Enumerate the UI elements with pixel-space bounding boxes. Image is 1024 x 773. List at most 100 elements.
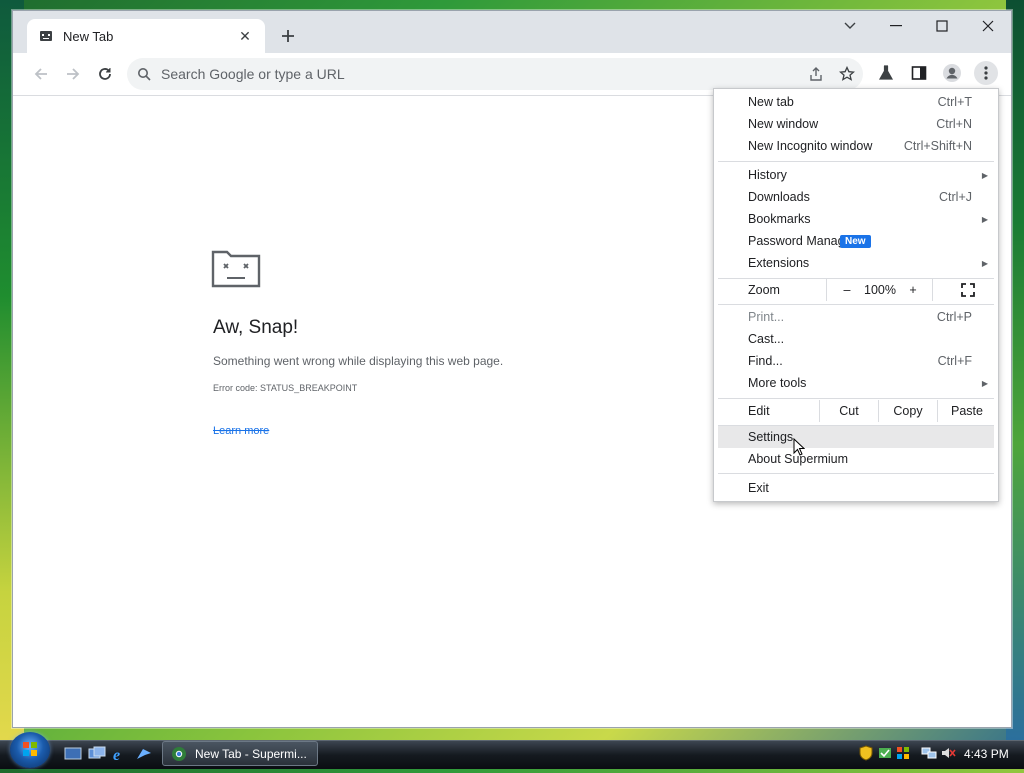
menu-item-print[interactable]: Print... Ctrl+P bbox=[718, 306, 994, 328]
error-code: Error code: STATUS_BREAKPOINT bbox=[213, 383, 358, 393]
menu-separator bbox=[718, 398, 994, 399]
menu-item-extensions[interactable]: Extensions ▶ bbox=[718, 252, 994, 274]
switch-windows-icon[interactable] bbox=[88, 746, 106, 762]
taskbar-task-label: New Tab - Supermi... bbox=[195, 746, 307, 761]
submenu-arrow-icon: ▶ bbox=[981, 378, 988, 388]
star-icon[interactable] bbox=[838, 65, 856, 83]
menu-shortcut: Ctrl+Shift+N bbox=[903, 139, 972, 153]
internet-explorer-icon[interactable]: e bbox=[111, 746, 129, 764]
edit-label: Edit bbox=[748, 404, 770, 418]
tray-windows-icon[interactable] bbox=[895, 745, 911, 761]
back-icon bbox=[34, 68, 47, 80]
minimize-button[interactable] bbox=[873, 11, 919, 41]
share-icon[interactable] bbox=[807, 65, 825, 83]
menu-item-password-manager[interactable]: Password Manager New bbox=[718, 230, 994, 252]
menu-label: Extensions bbox=[748, 256, 810, 270]
taskbar-clock: 4:43 PM bbox=[964, 747, 1009, 761]
menu-shortcut: Ctrl+F bbox=[937, 354, 972, 368]
maximize-icon bbox=[936, 20, 948, 32]
windows-logo-icon bbox=[23, 742, 37, 756]
menu-item-new-incognito[interactable]: New Incognito window Ctrl+Shift+N bbox=[718, 135, 994, 157]
submenu-arrow-icon: ▶ bbox=[981, 258, 988, 268]
menu-item-downloads[interactable]: Downloads Ctrl+J bbox=[718, 186, 994, 208]
menu-label: New Incognito window bbox=[748, 139, 873, 153]
zoom-level: 100% bbox=[864, 283, 896, 297]
menu-label: Exit bbox=[748, 481, 769, 495]
cut-button[interactable]: Cut bbox=[820, 400, 878, 422]
submenu-arrow-icon: ▶ bbox=[981, 214, 988, 224]
fullscreen-icon bbox=[961, 283, 975, 297]
forward-button[interactable] bbox=[61, 62, 85, 86]
tab-search-button[interactable] bbox=[827, 11, 873, 41]
zoom-out-button[interactable]: – bbox=[836, 279, 858, 301]
start-button[interactable] bbox=[10, 732, 50, 768]
menu-item-more-tools[interactable]: More tools ▶ bbox=[718, 372, 994, 394]
quick-launch-app-icon[interactable] bbox=[135, 746, 153, 762]
menu-item-find[interactable]: Find... Ctrl+F bbox=[718, 350, 994, 372]
menu-label: Settings bbox=[748, 430, 794, 444]
kebab-menu-icon bbox=[984, 66, 988, 80]
chevron-down-icon bbox=[844, 22, 856, 29]
zoom-divider bbox=[932, 279, 933, 301]
reload-icon bbox=[99, 68, 111, 80]
menu-separator bbox=[718, 473, 994, 474]
menu-label: More tools bbox=[748, 376, 807, 390]
menu-label: History bbox=[748, 168, 787, 182]
menu-label: New window bbox=[748, 117, 819, 131]
taskbar-task-supermium[interactable]: New Tab - Supermi... bbox=[162, 741, 318, 766]
close-window-button[interactable] bbox=[965, 11, 1011, 41]
copy-button[interactable]: Copy bbox=[879, 400, 937, 422]
submenu-arrow-icon: ▶ bbox=[981, 170, 988, 180]
menu-label: New tab bbox=[748, 95, 794, 109]
back-button[interactable] bbox=[29, 62, 53, 86]
mouse-cursor-icon bbox=[793, 438, 805, 456]
menu-item-about[interactable]: About Supermium bbox=[718, 448, 994, 470]
menu-item-exit[interactable]: Exit bbox=[718, 477, 994, 499]
volume-muted-icon[interactable] bbox=[940, 745, 956, 761]
search-icon bbox=[138, 68, 151, 81]
paste-button[interactable]: Paste bbox=[938, 400, 996, 422]
plus-icon bbox=[282, 30, 294, 42]
new-badge: New bbox=[840, 234, 871, 248]
zoom-divider bbox=[826, 279, 827, 301]
labs-icon[interactable] bbox=[875, 62, 897, 84]
fullscreen-button[interactable] bbox=[954, 279, 982, 301]
menu-item-cast[interactable]: Cast... bbox=[718, 328, 994, 350]
zoom-row: Zoom – 100% + bbox=[718, 279, 994, 301]
sad-tab-favicon-icon bbox=[39, 29, 53, 43]
menu-label: Cast... bbox=[748, 332, 785, 346]
tab-new-tab[interactable]: New Tab ✕ bbox=[27, 19, 265, 53]
menu-item-bookmarks[interactable]: Bookmarks ▶ bbox=[718, 208, 994, 230]
menu-label: Find... bbox=[748, 354, 783, 368]
learn-more-link[interactable]: Learn more bbox=[213, 425, 269, 437]
zoom-in-button[interactable]: + bbox=[902, 279, 924, 301]
menu-shortcut: Ctrl+T bbox=[937, 95, 972, 109]
omnibox[interactable] bbox=[127, 58, 863, 90]
security-shield-icon[interactable] bbox=[858, 745, 874, 761]
omnibox-input[interactable] bbox=[159, 65, 763, 83]
menu-item-new-tab[interactable]: New tab Ctrl+T bbox=[718, 91, 994, 113]
close-icon bbox=[982, 20, 994, 32]
menu-separator bbox=[718, 161, 994, 162]
network-icon[interactable] bbox=[921, 745, 937, 761]
menu-item-new-window[interactable]: New window Ctrl+N bbox=[718, 113, 994, 135]
side-panel-icon[interactable] bbox=[908, 62, 930, 84]
chrome-main-menu: New tab Ctrl+T New window Ctrl+N New Inc… bbox=[713, 88, 999, 502]
new-tab-button[interactable] bbox=[275, 23, 301, 49]
title-bar: New Tab ✕ bbox=[13, 11, 1011, 53]
maximize-button[interactable] bbox=[919, 11, 965, 41]
menu-item-history[interactable]: History ▶ bbox=[718, 164, 994, 186]
error-title: Aw, Snap! bbox=[213, 317, 299, 338]
tab-title: New Tab bbox=[63, 28, 114, 44]
tray-app-icon[interactable] bbox=[877, 745, 893, 761]
menu-separator bbox=[718, 304, 994, 305]
sad-tab-icon bbox=[211, 246, 261, 293]
kebab-menu-button[interactable] bbox=[974, 61, 998, 85]
tab-close-icon[interactable]: ✕ bbox=[235, 28, 255, 45]
reload-button[interactable] bbox=[93, 62, 117, 86]
menu-item-settings[interactable]: Settings bbox=[718, 426, 994, 448]
menu-shortcut: Ctrl+P bbox=[936, 310, 972, 324]
profile-icon[interactable] bbox=[941, 62, 963, 84]
show-desktop-icon[interactable] bbox=[64, 746, 82, 762]
menu-label: Bookmarks bbox=[748, 212, 811, 226]
